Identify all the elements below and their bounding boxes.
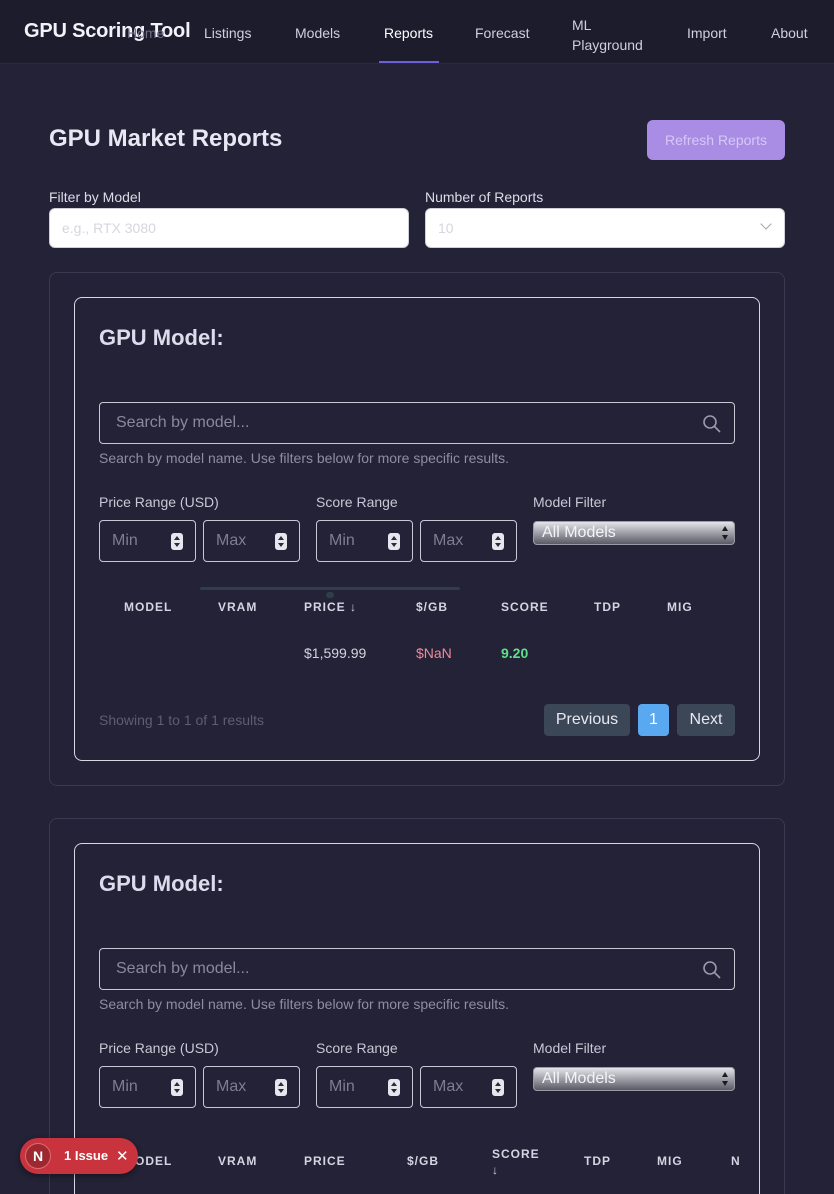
col-header-score[interactable]: SCORE — [501, 600, 549, 614]
nav-reports[interactable]: Reports — [384, 25, 433, 41]
brand-title[interactable]: GPU Scoring Tool — [24, 20, 191, 43]
price-min-input[interactable]: Min — [99, 1066, 196, 1108]
col-header-model[interactable]: MODEL — [124, 600, 172, 614]
col-header-vram[interactable]: VRAM — [218, 600, 257, 614]
table-scrollbar[interactable] — [200, 587, 460, 590]
report-count-value: 10 — [438, 220, 454, 236]
report-count-label: Number of Reports — [425, 189, 544, 205]
refresh-reports-button[interactable]: Refresh Reports — [647, 120, 785, 160]
page-title: GPU Market Reports — [49, 125, 283, 152]
select-arrows-icon — [722, 1072, 728, 1086]
report-gpu-title: GPU Model: — [99, 325, 224, 350]
search-help-text: Search by model name. Use filters below … — [99, 450, 510, 466]
next-logo-icon: N — [25, 1143, 51, 1169]
price-max-placeholder: Max — [216, 532, 247, 549]
filter-model-placeholder: e.g., RTX 3080 — [62, 220, 156, 236]
stepper-icon[interactable] — [388, 533, 400, 550]
stepper-icon[interactable] — [275, 533, 287, 550]
search-placeholder: Search by model... — [116, 960, 250, 977]
search-help-text: Search by model name. Use filters below … — [99, 996, 510, 1012]
search-icon — [703, 961, 721, 979]
filter-model-label: Filter by Model — [49, 189, 141, 205]
model-filter-select[interactable]: All Models — [533, 521, 735, 545]
page-1-button[interactable]: 1 — [638, 704, 669, 736]
previous-page-button[interactable]: Previous — [544, 704, 630, 736]
col-header-mig[interactable]: MIG — [657, 1154, 683, 1168]
table-scrollbar-thumb[interactable] — [326, 592, 334, 598]
top-nav: GPU Scoring Tool Home Listings Models Re… — [0, 0, 834, 64]
stepper-icon[interactable] — [275, 1079, 287, 1096]
col-header-vram[interactable]: VRAM — [218, 1154, 257, 1168]
chevron-down-icon — [760, 218, 772, 230]
issues-count[interactable]: 1 Issue — [64, 1148, 108, 1163]
search-input[interactable]: Search by model... — [99, 948, 735, 990]
col-header-truncated[interactable]: N — [731, 1154, 741, 1168]
col-header-mig[interactable]: MIG — [667, 600, 693, 614]
nav-ml-playground[interactable]: ML Playground — [572, 15, 652, 55]
stepper-icon[interactable] — [492, 1079, 504, 1096]
nav-forecast[interactable]: Forecast — [475, 25, 529, 41]
col-header-tdp[interactable]: TDP — [584, 1154, 611, 1168]
select-arrows-icon — [722, 526, 728, 540]
price-min-placeholder: Min — [112, 532, 138, 549]
score-max-input[interactable]: Max — [420, 1066, 517, 1108]
search-placeholder: Search by model... — [116, 414, 250, 431]
price-min-placeholder: Min — [112, 1078, 138, 1095]
stepper-icon[interactable] — [171, 1079, 183, 1096]
price-min-input[interactable]: Min — [99, 520, 196, 562]
nav-listings[interactable]: Listings — [204, 25, 251, 41]
score-min-placeholder: Min — [329, 1078, 355, 1095]
price-max-input[interactable]: Max — [203, 520, 300, 562]
nav-models[interactable]: Models — [295, 25, 340, 41]
price-max-input[interactable]: Max — [203, 1066, 300, 1108]
issues-badge[interactable]: N 1 Issue ✕ — [20, 1138, 138, 1174]
results-summary: Showing 1 to 1 of 1 results — [99, 712, 264, 728]
model-filter-select[interactable]: All Models — [533, 1067, 735, 1091]
next-page-button[interactable]: Next — [677, 704, 735, 736]
model-filter-label: Model Filter — [533, 494, 607, 510]
stepper-icon[interactable] — [388, 1079, 400, 1096]
score-min-placeholder: Min — [329, 532, 355, 549]
close-icon[interactable]: ✕ — [116, 1147, 129, 1165]
score-range-label: Score Range — [316, 494, 398, 510]
col-header-per-gb[interactable]: $/GB — [407, 1154, 439, 1168]
col-header-tdp[interactable]: TDP — [594, 600, 621, 614]
report-gpu-title: GPU Model: — [99, 871, 224, 896]
nav-home[interactable]: Home — [127, 25, 164, 41]
model-filter-value: All Models — [542, 1070, 616, 1087]
cell-score: 9.20 — [501, 645, 529, 661]
price-range-label: Price Range (USD) — [99, 1040, 219, 1056]
cell-price: $1,599.99 — [304, 645, 367, 661]
search-icon — [703, 415, 721, 433]
score-max-input[interactable]: Max — [420, 520, 517, 562]
col-header-price[interactable]: PRICE — [304, 1154, 346, 1168]
nav-import[interactable]: Import — [687, 25, 727, 41]
score-max-placeholder: Max — [433, 532, 464, 549]
filter-model-input[interactable]: e.g., RTX 3080 — [49, 208, 409, 248]
score-min-input[interactable]: Min — [316, 1066, 413, 1108]
report-count-select[interactable]: 10 — [425, 208, 785, 248]
col-header-score[interactable]: SCORE ↓ — [492, 1146, 542, 1178]
model-filter-value: All Models — [542, 524, 616, 541]
score-max-placeholder: Max — [433, 1078, 464, 1095]
price-max-placeholder: Max — [216, 1078, 247, 1095]
model-filter-label: Model Filter — [533, 1040, 607, 1056]
score-min-input[interactable]: Min — [316, 520, 413, 562]
col-header-price[interactable]: PRICE ↓ — [304, 600, 357, 614]
active-tab-indicator — [379, 61, 439, 63]
stepper-icon[interactable] — [492, 533, 504, 550]
score-range-label: Score Range — [316, 1040, 398, 1056]
search-input[interactable]: Search by model... — [99, 402, 735, 444]
price-range-label: Price Range (USD) — [99, 494, 219, 510]
col-header-per-gb[interactable]: $/GB — [416, 600, 448, 614]
cell-per-gb: $NaN — [416, 645, 452, 661]
nav-about[interactable]: About — [771, 25, 808, 41]
stepper-icon[interactable] — [171, 533, 183, 550]
